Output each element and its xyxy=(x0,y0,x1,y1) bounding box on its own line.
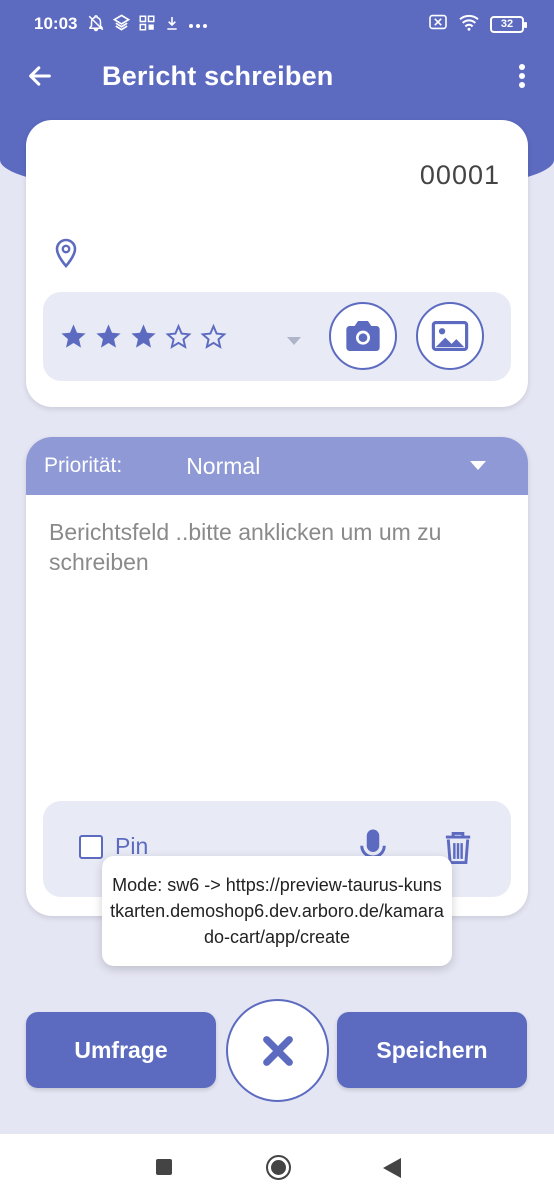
arrow-left-icon xyxy=(29,66,51,86)
star-filled-icon[interactable] xyxy=(129,322,158,351)
camera-button[interactable] xyxy=(329,302,397,370)
status-time: 10:03 xyxy=(34,14,78,33)
pin-checkbox[interactable] xyxy=(79,835,103,859)
overflow-menu-button[interactable] xyxy=(502,48,542,104)
back-triangle-icon[interactable] xyxy=(383,1158,401,1183)
priority-selector[interactable]: Priorität: Normal xyxy=(26,437,528,495)
report-text-field[interactable]: Berichtsfeld ..bitte anklicken um um zu … xyxy=(49,517,509,577)
image-icon xyxy=(431,320,469,352)
notifications-off-icon xyxy=(87,14,105,35)
wifi-icon xyxy=(458,13,480,36)
star-outline-icon[interactable] xyxy=(164,322,193,351)
page-title: Bericht schreiben xyxy=(102,60,334,91)
star-filled-icon[interactable] xyxy=(94,322,123,351)
star-filled-icon[interactable] xyxy=(59,322,88,351)
recent-apps-icon[interactable] xyxy=(156,1159,172,1175)
rating-dropdown-caret-icon[interactable] xyxy=(287,332,301,350)
more-vert-icon xyxy=(519,64,525,88)
system-navigation-bar xyxy=(0,1134,554,1200)
report-header-card: 00001 xyxy=(26,120,528,407)
grid-icon xyxy=(138,14,156,35)
layers-icon xyxy=(113,14,131,34)
download-icon xyxy=(164,14,180,35)
save-button[interactable]: Speichern xyxy=(337,1012,527,1088)
close-icon xyxy=(262,1035,293,1066)
status-icons-right: 32 xyxy=(428,13,527,36)
gallery-button[interactable] xyxy=(416,302,484,370)
report-body-card: Priorität: Normal Berichtsfeld ..bitte a… xyxy=(26,437,528,916)
toast-text: Mode: sw6 -> https://preview-taurus-kuns… xyxy=(110,875,444,947)
more-dots-icon xyxy=(188,17,208,32)
app-bar: Bericht schreiben xyxy=(0,48,554,104)
star-rating[interactable] xyxy=(59,322,228,351)
survey-button[interactable]: Umfrage xyxy=(26,1012,216,1088)
status-bar: 10:03 32 xyxy=(0,0,554,48)
battery-icon: 32 xyxy=(490,15,527,33)
report-number: 00001 xyxy=(419,160,500,190)
cancel-button[interactable] xyxy=(226,999,329,1102)
back-button[interactable] xyxy=(12,48,68,104)
priority-label: Priorität: xyxy=(44,454,123,477)
toast-message: Mode: sw6 -> https://preview-taurus-kuns… xyxy=(102,856,452,966)
rating-panel xyxy=(43,292,511,381)
battery-level: 32 xyxy=(500,18,514,30)
priority-value[interactable]: Normal xyxy=(186,453,260,480)
location-pin-icon[interactable] xyxy=(54,238,78,273)
star-outline-icon[interactable] xyxy=(199,322,228,351)
chevron-down-icon[interactable] xyxy=(470,457,486,475)
status-icons-left xyxy=(87,14,208,35)
camera-icon xyxy=(346,321,380,351)
home-icon[interactable] xyxy=(266,1155,291,1180)
sim-off-icon xyxy=(428,14,448,35)
